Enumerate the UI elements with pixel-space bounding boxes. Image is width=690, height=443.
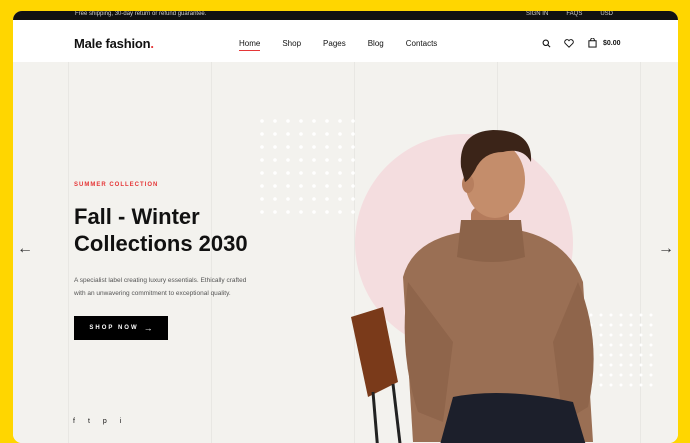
nav-contacts[interactable]: Contacts (406, 39, 438, 48)
hero-desc-line2: with an unwavering commitment to excepti… (74, 290, 231, 297)
pants (440, 393, 586, 443)
pinterest-icon[interactable]: p (103, 418, 107, 425)
currency-select[interactable]: USD (600, 11, 613, 19)
nav-shop[interactable]: Shop (282, 39, 301, 48)
prev-slide-arrow[interactable]: ← (17, 240, 33, 258)
hero-description: A specialist label creating luxury essen… (74, 274, 289, 300)
next-slide-arrow[interactable]: → (658, 240, 674, 258)
twitter-icon[interactable]: t (88, 418, 90, 425)
model-image (351, 130, 594, 443)
hero-slide: SUMMER COLLECTION Fall - Winter Collecti… (13, 62, 678, 443)
search-icon[interactable] (539, 36, 553, 50)
hero-subtitle: SUMMER COLLECTION (74, 182, 159, 188)
faqs-link[interactable]: FAQS (566, 11, 582, 19)
heart-icon[interactable] (562, 36, 576, 50)
nav-pages[interactable]: Pages (323, 39, 346, 48)
signin-link[interactable]: SIGN IN (526, 11, 548, 19)
grid-line (68, 62, 69, 443)
nav-blog[interactable]: Blog (368, 39, 384, 48)
shop-now-label: SHOP NOW (89, 325, 139, 331)
arrow-right-icon: → (143, 323, 153, 333)
chair-leg (391, 383, 402, 443)
logo-dot: . (150, 36, 154, 51)
turtleneck-collar (457, 220, 525, 262)
hero-desc-line1: A specialist label creating luxury essen… (74, 277, 247, 284)
facebook-icon[interactable]: f (73, 418, 75, 425)
header-icons: $0.00 (539, 36, 621, 50)
chair-back (351, 307, 398, 397)
top-bar: Free shipping, 30-day return or refund g… (13, 11, 678, 20)
hero-title: Fall - Winter Collections 2030 (74, 203, 248, 257)
topbar-text: Free shipping, 30-day return or refund g… (75, 11, 207, 17)
instagram-icon[interactable]: i (120, 418, 122, 425)
hero-title-line2: Collections 2030 (74, 231, 248, 256)
nav-home[interactable]: Home (239, 39, 261, 51)
social-links: f t p i (73, 418, 121, 425)
logo-text: Male fashion (74, 36, 151, 51)
header: Male fashion. Home Shop Pages Blog Conta… (13, 20, 678, 62)
chair-leg (371, 391, 379, 443)
logo[interactable]: Male fashion. (74, 36, 154, 51)
topbar-links: SIGN IN FAQS USD (526, 11, 613, 19)
shop-now-button[interactable]: SHOP NOW → (74, 316, 168, 340)
bag-icon[interactable] (585, 36, 599, 50)
cart-price: $0.00 (603, 39, 621, 47)
browser-frame: Free shipping, 30-day return or refund g… (13, 11, 678, 443)
hero-title-line1: Fall - Winter (74, 204, 200, 229)
main-nav: Home Shop Pages Blog Contacts (239, 39, 459, 51)
